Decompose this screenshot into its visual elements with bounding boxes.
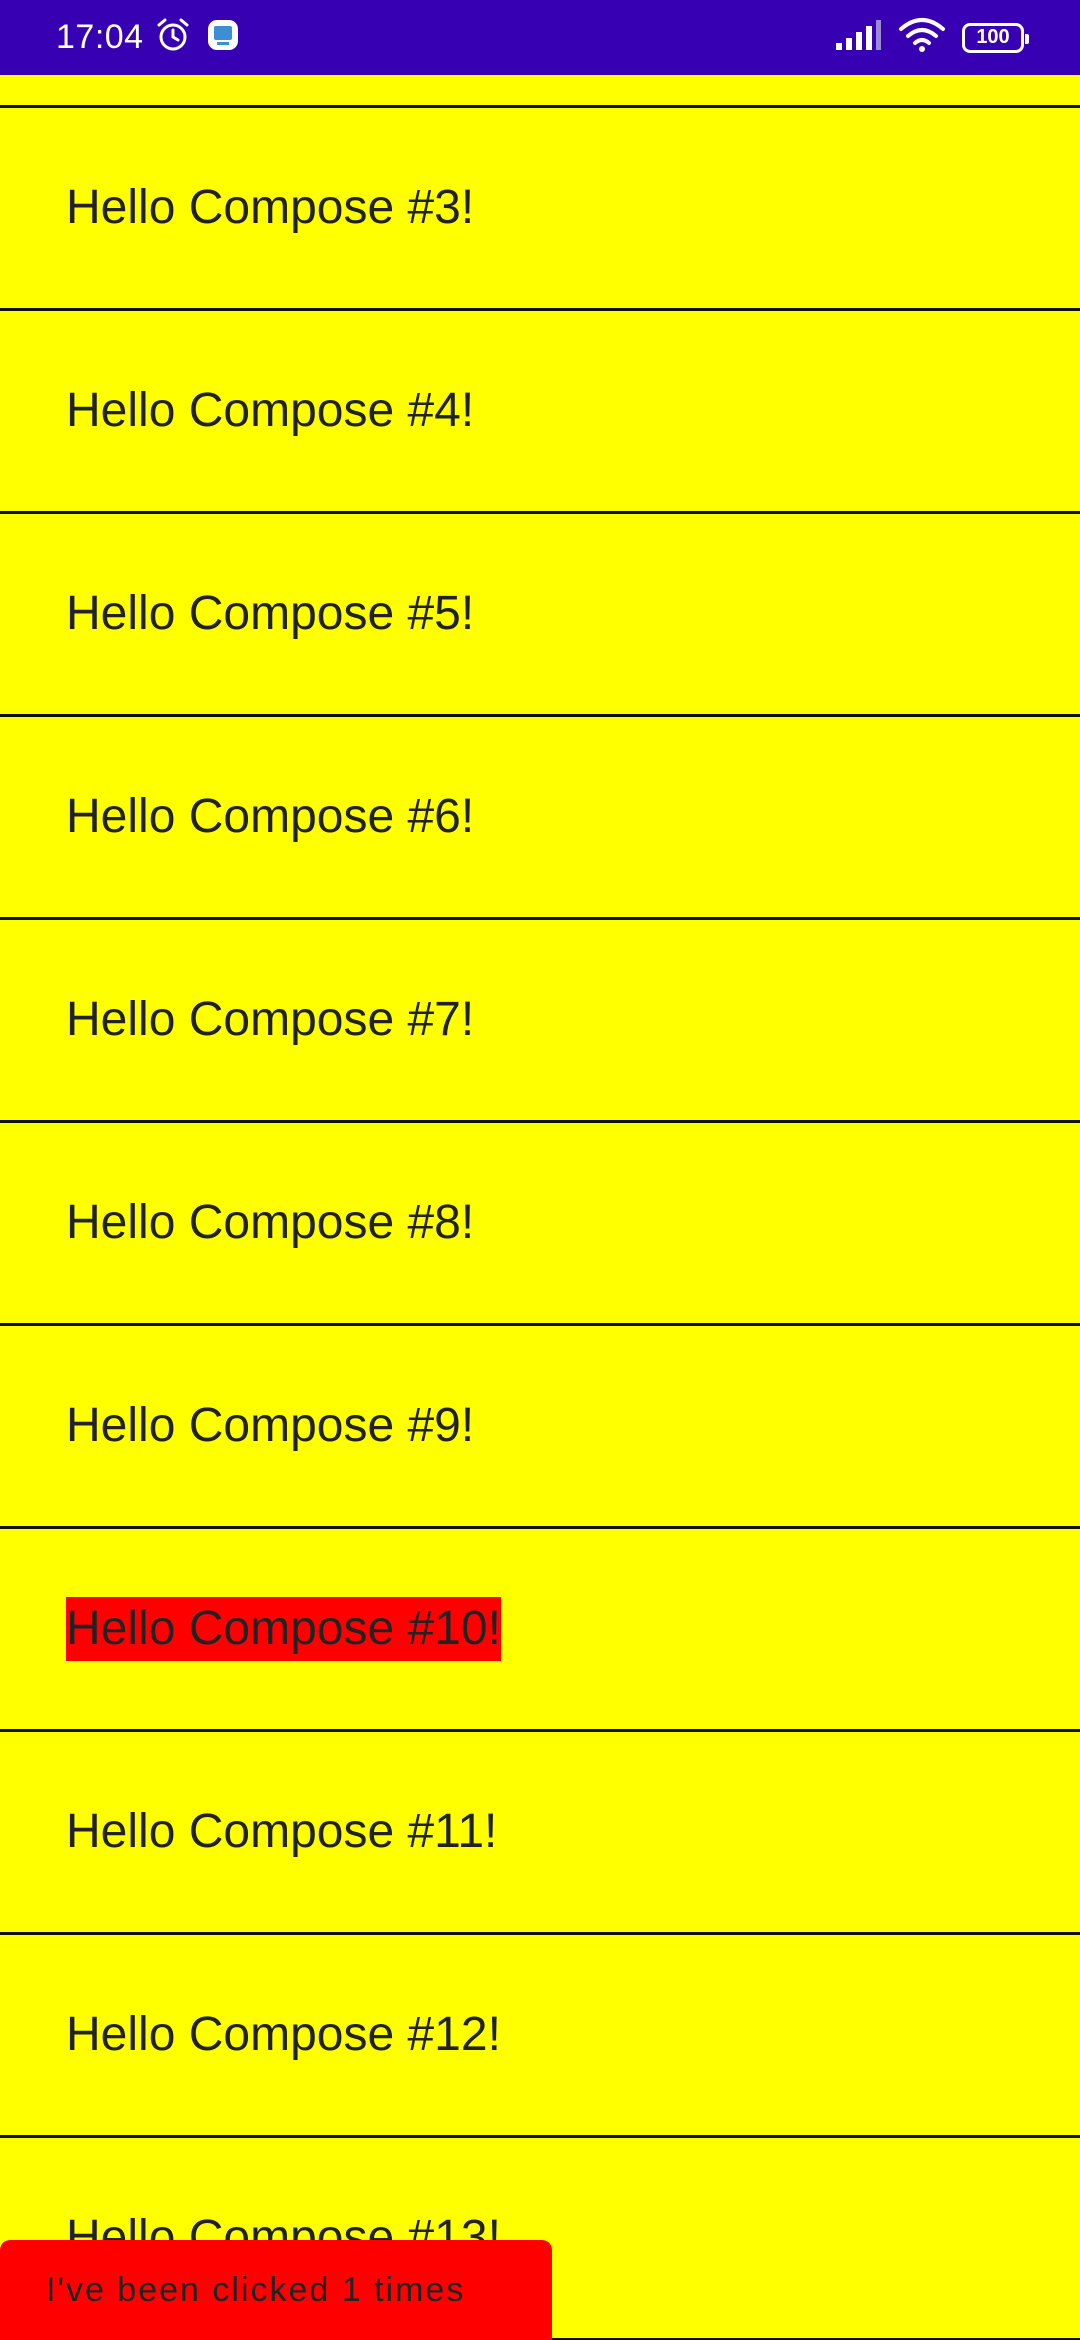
list-item-label: Hello Compose #10! <box>66 1597 501 1661</box>
list-item-label: Hello Compose #12! <box>66 2008 501 2061</box>
list-item[interactable]: Hello Compose #4! <box>0 311 1080 514</box>
compose-list[interactable]: Hello Compose #3! Hello Compose #4! Hello … <box>0 75 1080 2340</box>
list-item[interactable]: Hello Compose #3! <box>0 108 1080 311</box>
status-time: 17:04 <box>56 18 144 56</box>
list-item-label: Hello Compose #5! <box>66 587 475 640</box>
list-item[interactable]: Hello Compose #7! <box>0 920 1080 1123</box>
status-left-icons <box>154 16 240 59</box>
click-count-snackbar: I've been clicked 1 times <box>0 2240 552 2340</box>
list-item[interactable]: Hello Compose #6! <box>0 717 1080 920</box>
list-item-label: Hello Compose #3! <box>66 181 475 234</box>
list-item[interactable]: Hello Compose #8! <box>0 1123 1080 1326</box>
status-right-icons: 100 <box>834 17 1029 58</box>
alarm-icon <box>154 16 192 59</box>
list-item-label: Hello Compose #7! <box>66 993 475 1046</box>
list-item-label: Hello Compose #9! <box>66 1399 475 1452</box>
signal-icon <box>834 19 882 56</box>
list-item[interactable]: Hello Compose #9! <box>0 1326 1080 1529</box>
battery-icon: 100 <box>962 22 1029 53</box>
list-item-label: Hello Compose #6! <box>66 790 475 843</box>
snackbar-text: I've been clicked 1 times <box>46 2270 466 2309</box>
list-item[interactable]: Hello Compose #11! <box>0 1732 1080 1935</box>
list-item-label: Hello Compose #4! <box>66 384 475 437</box>
list-item-partial <box>0 75 1080 108</box>
list-item[interactable]: Hello Compose #10! <box>0 1529 1080 1732</box>
status-bar: 17:04 100 <box>0 0 1080 75</box>
list-item[interactable]: Hello Compose #5! <box>0 514 1080 717</box>
wifi-icon <box>898 17 946 58</box>
app-notification-icon <box>206 18 240 57</box>
list-item-label: Hello Compose #11! <box>66 1805 498 1858</box>
list-item-label: Hello Compose #8! <box>66 1196 475 1249</box>
list-item[interactable]: Hello Compose #12! <box>0 1935 1080 2138</box>
